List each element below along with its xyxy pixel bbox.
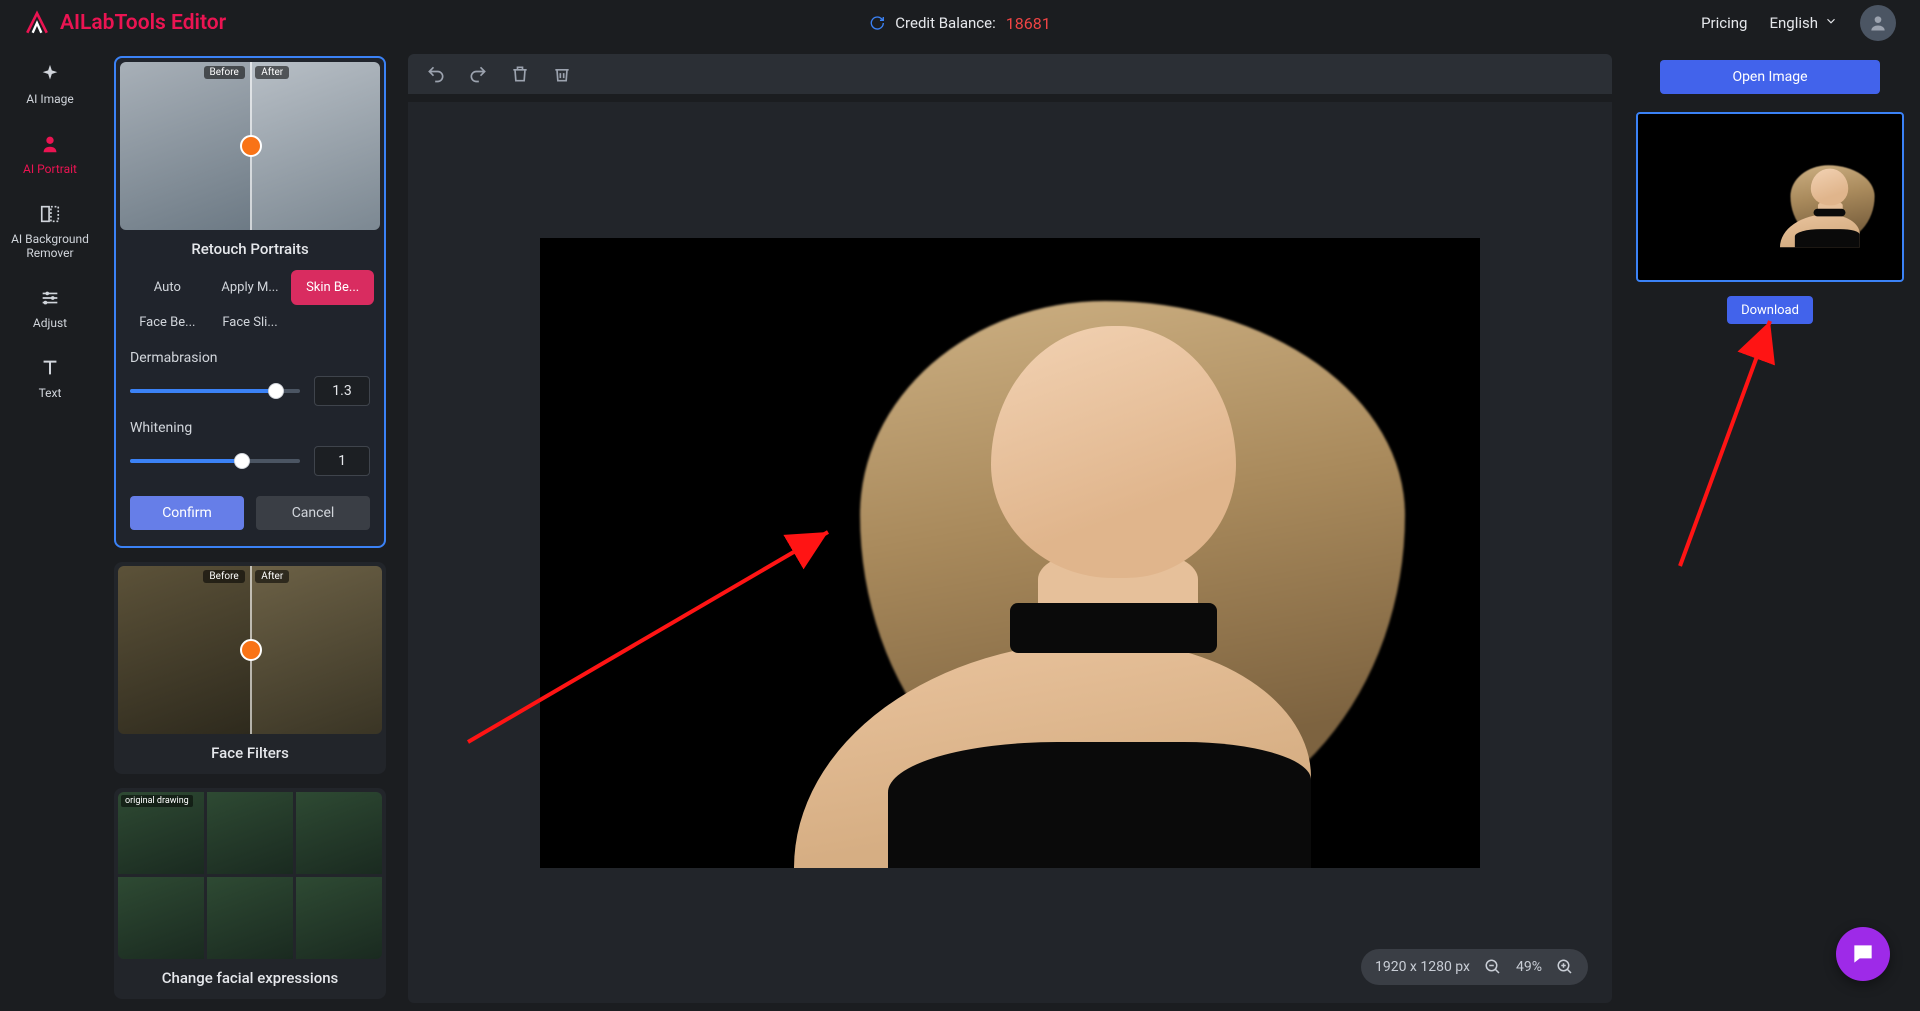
canvas-dimensions: 1920 x 1280 px xyxy=(1375,959,1470,975)
refresh-icon[interactable] xyxy=(869,15,885,31)
retouch-preview: Before After xyxy=(120,62,380,230)
canvas-toolbar xyxy=(408,54,1612,94)
tool-panel: Before After Retouch Portraits Auto Appl… xyxy=(100,46,400,1011)
chat-fab[interactable] xyxy=(1836,927,1890,981)
rail-label: AI Background Remover xyxy=(5,232,95,260)
credit-label: Credit Balance: xyxy=(895,14,995,32)
main-image xyxy=(540,238,1480,868)
chat-icon xyxy=(1850,941,1876,967)
rail-label: Text xyxy=(39,386,62,400)
card-face-filters[interactable]: Before After Face Filters xyxy=(114,562,386,774)
image-thumbnail[interactable] xyxy=(1636,112,1904,282)
whitening-label: Whitening xyxy=(130,420,370,436)
open-image-button[interactable]: Open Image xyxy=(1660,60,1880,94)
chevron-down-icon xyxy=(1824,14,1838,32)
retouch-title: Retouch Portraits xyxy=(120,240,380,258)
redo-icon[interactable] xyxy=(468,64,488,84)
whitening-slider[interactable] xyxy=(130,459,300,463)
confirm-button[interactable]: Confirm xyxy=(130,496,244,530)
mode-face-slim[interactable]: Face Sli... xyxy=(209,305,292,340)
portrait-icon xyxy=(38,132,62,156)
after-badge: After xyxy=(255,66,289,79)
credit-value: 18681 xyxy=(1006,14,1051,33)
rail-ai-portrait[interactable]: AI Portrait xyxy=(5,132,95,176)
card-change-expressions[interactable]: original drawing Change facial expressio… xyxy=(114,788,386,999)
whitening-value[interactable]: 1 xyxy=(314,446,370,476)
person-icon xyxy=(1868,13,1888,33)
after-badge: After xyxy=(255,570,289,583)
card-retouch-portraits[interactable]: Before After Retouch Portraits Auto Appl… xyxy=(114,56,386,548)
rail-ai-image[interactable]: AI Image xyxy=(5,62,95,106)
compare-handle-icon[interactable] xyxy=(250,566,252,734)
canvas-area: 1920 x 1280 px 49% xyxy=(400,46,1620,1011)
mode-auto[interactable]: Auto xyxy=(126,270,209,305)
logo[interactable]: AILabTools Editor xyxy=(24,10,226,36)
expressions-preview: original drawing xyxy=(118,792,382,959)
before-badge: Before xyxy=(204,66,245,79)
rail-label: AI Image xyxy=(26,92,73,106)
mode-tabs: Auto Apply M... Skin Be... Face Be... Fa… xyxy=(120,270,380,340)
zoom-in-icon[interactable] xyxy=(1556,958,1574,976)
canvas-status: 1920 x 1280 px 49% xyxy=(1361,949,1588,985)
undo-icon[interactable] xyxy=(426,64,446,84)
pricing-link[interactable]: Pricing xyxy=(1701,14,1747,32)
compare-handle-icon[interactable] xyxy=(250,62,252,230)
dermabrasion-label: Dermabrasion xyxy=(130,350,370,366)
face-filters-preview: Before After xyxy=(118,566,382,734)
mode-apply-makeup[interactable]: Apply M... xyxy=(209,270,292,305)
language-selector[interactable]: English xyxy=(1769,14,1838,32)
face-filters-title: Face Filters xyxy=(118,744,382,762)
original-tag: original drawing xyxy=(121,795,193,807)
mode-face-beautify[interactable]: Face Be... xyxy=(126,305,209,340)
app-header: AILabTools Editor Credit Balance: 18681 … xyxy=(0,0,1920,46)
download-button[interactable]: Download xyxy=(1727,296,1813,324)
tool-rail: AI Image AI Portrait AI Background Remov… xyxy=(0,46,100,1011)
rail-adjust[interactable]: Adjust xyxy=(5,286,95,330)
sparkle-icon xyxy=(38,62,62,86)
credit-display: Credit Balance: 18681 xyxy=(869,14,1050,33)
canvas-stage[interactable]: 1920 x 1280 px 49% xyxy=(408,102,1612,1003)
text-icon xyxy=(38,356,62,380)
rail-bg-remover[interactable]: AI Background Remover xyxy=(5,202,95,260)
app-title: AILabTools Editor xyxy=(60,11,226,35)
expressions-title: Change facial expressions xyxy=(118,969,382,987)
rail-label: Adjust xyxy=(33,316,67,330)
dermabrasion-slider[interactable] xyxy=(130,389,300,393)
before-badge: Before xyxy=(203,570,244,583)
cancel-button[interactable]: Cancel xyxy=(256,496,370,530)
canvas-zoom: 49% xyxy=(1516,959,1542,975)
user-avatar[interactable] xyxy=(1860,5,1896,41)
mode-skin-beautify[interactable]: Skin Be... xyxy=(291,270,374,305)
sliders-icon xyxy=(38,286,62,310)
logo-icon xyxy=(24,10,50,36)
zoom-out-icon[interactable] xyxy=(1484,958,1502,976)
bg-remove-icon xyxy=(38,202,62,226)
rail-text[interactable]: Text xyxy=(5,356,95,400)
trash-icon[interactable] xyxy=(510,64,530,84)
language-label: English xyxy=(1769,14,1818,32)
right-panel: Open Image Download xyxy=(1620,46,1920,1011)
dermabrasion-value[interactable]: 1.3 xyxy=(314,376,370,406)
clear-all-icon[interactable] xyxy=(552,64,572,84)
rail-label: AI Portrait xyxy=(23,162,77,176)
